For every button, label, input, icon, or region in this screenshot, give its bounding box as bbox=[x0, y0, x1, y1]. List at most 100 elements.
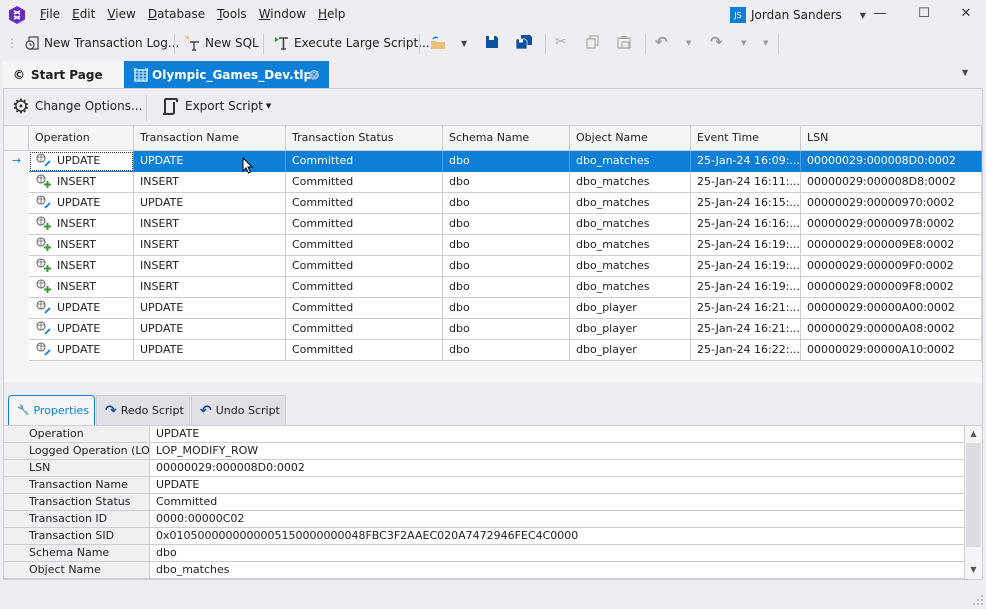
close-tab-icon[interactable]: ✕ bbox=[309, 70, 319, 80]
cell-lsn[interactable]: 00000029:000009F8:0002 bbox=[801, 277, 982, 298]
cell-event-time[interactable]: 25-Jan-24 16:22:... bbox=[691, 340, 801, 361]
cell-transaction-name[interactable]: INSERT bbox=[134, 214, 286, 235]
user-account[interactable]: JS Jordan Sanders ▼ bbox=[730, 7, 866, 23]
cell-lsn[interactable]: 00000029:00000A08:0002 bbox=[801, 319, 982, 340]
cell-transaction-status[interactable]: Committed bbox=[286, 193, 443, 214]
property-row[interactable]: Object Name dbo_matches bbox=[4, 562, 964, 579]
column-header-object-name[interactable]: Object Name bbox=[570, 126, 691, 151]
column-header-transaction-status[interactable]: Transaction Status bbox=[286, 126, 443, 151]
property-value[interactable]: 00000029:000008D0:0002 bbox=[150, 460, 964, 477]
cell-event-time[interactable]: 25-Jan-24 16:21:... bbox=[691, 319, 801, 340]
chevron-down-icon[interactable]: ▼ bbox=[860, 11, 866, 20]
table-row[interactable]: UPDATE UPDATE Committed dbo dbo_player 25-Jan… bbox=[4, 319, 982, 340]
property-row[interactable]: LSN 00000029:000008D0:0002 bbox=[4, 460, 964, 477]
column-header-schema-name[interactable]: Schema Name bbox=[443, 126, 570, 151]
cell-lsn[interactable]: 00000029:00000A00:0002 bbox=[801, 298, 982, 319]
cell-operation[interactable]: UPDATE bbox=[29, 151, 134, 172]
tab-olympic-games-dev[interactable]: Olympic_Games_Dev.tlp* ✕ bbox=[124, 61, 329, 88]
property-row[interactable]: Transaction SID 0x01050000000000051500000… bbox=[4, 528, 964, 545]
property-row[interactable]: Transaction Name UPDATE bbox=[4, 477, 964, 494]
open-file-dropdown-icon[interactable]: ▼ bbox=[461, 39, 467, 48]
cell-operation[interactable]: UPDATE bbox=[29, 193, 134, 214]
cell-transaction-status[interactable]: Committed bbox=[286, 298, 443, 319]
export-script-button[interactable]: Export Script ▼ bbox=[160, 96, 271, 116]
redo-icon[interactable]: ↷ bbox=[710, 33, 723, 51]
cell-schema-name[interactable]: dbo bbox=[443, 193, 570, 214]
cell-transaction-name[interactable]: UPDATE bbox=[134, 298, 286, 319]
paste-button[interactable] bbox=[617, 35, 631, 49]
cell-object-name[interactable]: dbo_matches bbox=[570, 235, 691, 256]
cell-transaction-name[interactable]: UPDATE bbox=[134, 151, 286, 172]
cell-event-time[interactable]: 25-Jan-24 16:11:... bbox=[691, 172, 801, 193]
cell-operation[interactable]: UPDATE bbox=[29, 340, 134, 361]
cell-schema-name[interactable]: dbo bbox=[443, 235, 570, 256]
cell-event-time[interactable]: 25-Jan-24 16:19:... bbox=[691, 277, 801, 298]
cell-transaction-name[interactable]: UPDATE bbox=[134, 193, 286, 214]
cell-operation[interactable]: UPDATE bbox=[29, 298, 134, 319]
menu-database[interactable]: Database bbox=[148, 7, 205, 21]
table-row[interactable]: INSERT INSERT Committed dbo dbo_matches 25-Ja… bbox=[4, 277, 982, 298]
cell-event-time[interactable]: 25-Jan-24 16:16:... bbox=[691, 214, 801, 235]
resize-grip-icon[interactable] bbox=[972, 594, 984, 606]
scroll-up-icon[interactable]: ▲ bbox=[965, 426, 982, 442]
menu-edit[interactable]: Edit bbox=[72, 7, 95, 21]
cell-transaction-name[interactable]: UPDATE bbox=[134, 340, 286, 361]
cell-transaction-name[interactable]: INSERT bbox=[134, 235, 286, 256]
minimize-button[interactable]: — bbox=[870, 6, 890, 21]
new-sql-button[interactable]: * New SQL bbox=[185, 35, 259, 51]
cell-lsn[interactable]: 00000029:00000A10:0002 bbox=[801, 340, 982, 361]
table-row[interactable]: INSERT INSERT Committed dbo dbo_matches 25-Ja… bbox=[4, 256, 982, 277]
cell-lsn[interactable]: 00000029:00000978:0002 bbox=[801, 214, 982, 235]
cell-operation[interactable]: INSERT bbox=[29, 277, 134, 298]
cell-event-time[interactable]: 25-Jan-24 16:15:... bbox=[691, 193, 801, 214]
scroll-down-icon[interactable]: ▼ bbox=[965, 562, 982, 578]
property-value[interactable]: 0x0105000000000005150000000048FBC3F2AAEC… bbox=[150, 528, 964, 545]
tab-redo-script[interactable]: ↷ Redo Script bbox=[96, 395, 190, 426]
property-value[interactable]: dbo bbox=[150, 545, 964, 562]
cell-schema-name[interactable]: dbo bbox=[443, 172, 570, 193]
cell-lsn[interactable]: 00000029:000008D8:0002 bbox=[801, 172, 982, 193]
new-transaction-log-button[interactable]: New Transaction Log... bbox=[24, 35, 179, 51]
cell-operation[interactable]: INSERT bbox=[29, 214, 134, 235]
property-value[interactable]: Committed bbox=[150, 494, 964, 511]
change-options-button[interactable]: ⚙ Change Options... bbox=[12, 96, 142, 116]
open-file-button[interactable] bbox=[430, 35, 446, 51]
cell-operation[interactable]: INSERT bbox=[29, 172, 134, 193]
cell-transaction-status[interactable]: Committed bbox=[286, 340, 443, 361]
cell-transaction-status[interactable]: Committed bbox=[286, 172, 443, 193]
property-row[interactable]: Operation UPDATE bbox=[4, 426, 964, 443]
execute-large-script-button[interactable]: Execute Large Script... bbox=[274, 35, 430, 51]
property-value[interactable]: UPDATE bbox=[150, 477, 964, 494]
copy-button[interactable] bbox=[586, 35, 600, 49]
save-all-button[interactable] bbox=[516, 35, 532, 49]
cell-schema-name[interactable]: dbo bbox=[443, 319, 570, 340]
cell-transaction-status[interactable]: Committed bbox=[286, 319, 443, 340]
cell-transaction-status[interactable]: Committed bbox=[286, 214, 443, 235]
save-button[interactable] bbox=[485, 35, 499, 49]
menu-view[interactable]: View bbox=[107, 7, 135, 21]
cell-object-name[interactable]: dbo_matches bbox=[570, 214, 691, 235]
property-row[interactable]: Logged Operation (LOP) LOP_MODIFY_ROW bbox=[4, 443, 964, 460]
cell-schema-name[interactable]: dbo bbox=[443, 298, 570, 319]
redo-dropdown-icon[interactable]: ▼ bbox=[741, 39, 746, 47]
cell-schema-name[interactable]: dbo bbox=[443, 151, 570, 172]
property-value[interactable]: UPDATE bbox=[150, 426, 964, 443]
tab-undo-script[interactable]: ↶ Undo Script bbox=[191, 395, 286, 426]
property-value[interactable]: 0000:00000C02 bbox=[150, 511, 964, 528]
table-row[interactable]: INSERT INSERT Committed dbo dbo_matches 25-Ja… bbox=[4, 172, 982, 193]
cell-lsn[interactable]: 00000029:000009E8:0002 bbox=[801, 235, 982, 256]
maximize-button[interactable]: ☐ bbox=[914, 6, 934, 21]
cell-schema-name[interactable]: dbo bbox=[443, 340, 570, 361]
close-button[interactable]: ✕ bbox=[956, 6, 976, 21]
scrollbar-thumb[interactable] bbox=[966, 443, 981, 547]
property-row[interactable]: Transaction Status Committed bbox=[4, 494, 964, 511]
cell-object-name[interactable]: dbo_matches bbox=[570, 151, 691, 172]
menu-window[interactable]: Window bbox=[259, 7, 306, 21]
table-row[interactable]: INSERT INSERT Committed dbo dbo_matches 25-Ja… bbox=[4, 214, 982, 235]
menu-file[interactable]: File bbox=[40, 7, 60, 21]
cut-icon[interactable]: ✂ bbox=[555, 34, 567, 50]
cell-object-name[interactable]: dbo_player bbox=[570, 319, 691, 340]
property-row[interactable]: Schema Name dbo bbox=[4, 545, 964, 562]
column-header-lsn[interactable]: LSN bbox=[801, 126, 982, 151]
cell-lsn[interactable]: 00000029:000008D0:0002 bbox=[801, 151, 982, 172]
